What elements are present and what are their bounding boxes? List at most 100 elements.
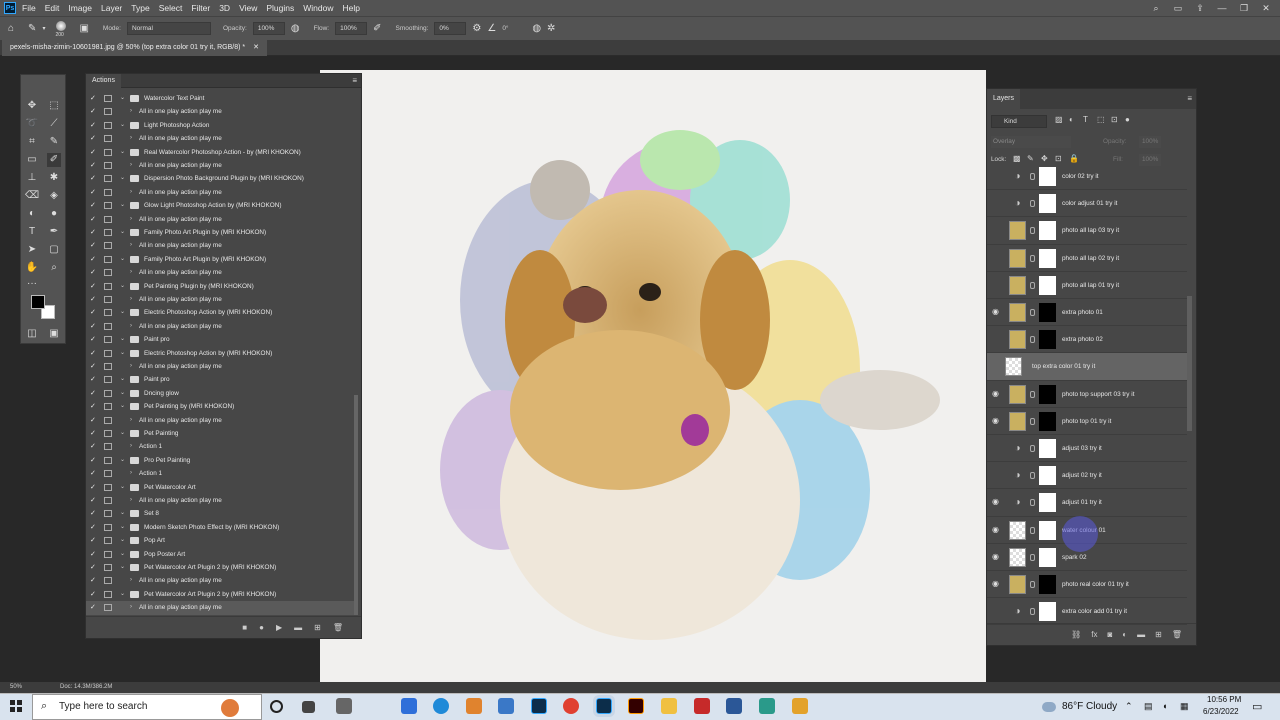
visibility-eye-icon[interactable] [992,254,1002,262]
action-set-row[interactable]: ✓ ⌄ Light Photoshop Action [86,119,354,132]
expand-chevron-icon[interactable]: ⌄ [120,373,125,386]
toggle-check-icon[interactable]: ✓ [90,186,96,199]
brush-tool-icon[interactable]: ✎ [28,23,36,34]
visibility-eye-icon[interactable] [992,281,1002,289]
toggle-check-icon[interactable]: ✓ [90,199,96,212]
action-set-row[interactable]: ✓ ⌄ Modern Sketch Photo Effect by (MRI KHO… [86,521,354,534]
action-set-row[interactable]: ✓ ⌄ Set 8 [86,507,354,520]
paint-bucket-tool-icon[interactable]: ◈ [47,189,61,203]
expand-chevron-icon[interactable]: ⌄ [120,561,125,574]
link-layers-icon[interactable]: ⛓ [1071,630,1081,639]
dodge-tool-icon[interactable]: ◐ [25,207,39,221]
file-explorer-icon[interactable] [661,698,677,714]
toggle-check-icon[interactable]: ✓ [90,387,96,400]
smudge-tool-icon[interactable]: ● [47,207,61,221]
menu-window[interactable]: Window [303,3,333,13]
eraser-tool-icon[interactable]: ⌫ [25,189,39,203]
layer-mask-thumbnail[interactable] [1039,602,1056,622]
layer-thumbnail[interactable] [1009,303,1026,322]
visibility-eye-icon[interactable] [992,471,1002,479]
toggle-check-icon[interactable]: ✓ [90,226,96,239]
menu-help[interactable]: Help [342,3,359,13]
visibility-eye-icon[interactable]: ◉ [992,389,1002,398]
mask-link-icon[interactable] [1030,499,1035,507]
dialog-toggle-icon[interactable] [104,202,112,210]
new-layer-icon[interactable]: ⊞ [1155,630,1162,639]
layer-mask-thumbnail[interactable] [1039,466,1056,486]
dialog-toggle-icon[interactable] [104,564,112,571]
menu-type[interactable]: Type [131,3,149,13]
toggle-check-icon[interactable]: ✓ [90,360,96,373]
toggle-check-icon[interactable]: ✓ [90,333,96,346]
expand-chevron-icon[interactable]: ⌄ [120,588,125,601]
action-set-row[interactable]: ✓ ⌄ Real Watercolor Photoshop Action - by … [86,146,354,159]
layer-thumbnail[interactable] [1009,248,1026,268]
more-tools-icon[interactable]: ··· [25,277,39,291]
toggle-check-icon[interactable]: ✓ [90,548,96,561]
mask-link-icon[interactable] [1030,309,1035,316]
dialog-toggle-icon[interactable] [104,296,112,303]
mask-link-icon[interactable] [1030,553,1035,561]
adjustment-layer-icon[interactable]: ◑ [1009,439,1026,458]
menu-image[interactable]: Image [68,3,92,13]
dialog-toggle-icon[interactable] [104,443,112,451]
task-view-icon[interactable] [302,701,315,713]
action-set-row[interactable]: ✓ ⌄ Pet Painting Plugin by (MRI KHOKON) [86,280,354,293]
action-row[interactable]: ✓ › Action 1 [86,440,354,453]
action-row[interactable]: ✓ › Action 1 [86,467,354,480]
layer-row[interactable]: ◉ photo top support 03 try it [987,381,1187,408]
dialog-toggle-icon[interactable] [104,108,112,116]
filter-adjustment-icon[interactable]: ◐ [1069,115,1074,124]
layer-row[interactable]: ◉ photo real color 01 try it [987,571,1187,599]
layer-mask-thumbnail[interactable] [1039,575,1056,594]
expand-chevron-icon[interactable]: ⌄ [120,280,125,293]
visibility-eye-icon[interactable] [992,172,1002,180]
record-icon[interactable]: ● [259,623,264,632]
toggle-check-icon[interactable]: ✓ [90,105,96,118]
toggle-check-icon[interactable]: ✓ [90,213,96,226]
action-set-row[interactable]: ✓ ⌄ Watercolor Text Paint [86,92,354,105]
dialog-toggle-icon[interactable] [104,363,112,370]
new-action-icon[interactable]: ⊞ [314,623,321,632]
layer-thumbnail[interactable] [1009,330,1026,350]
home-icon[interactable]: ⌂ [8,23,14,34]
minimize-icon[interactable]: — [1216,3,1228,13]
collapse-chevron-icon[interactable]: › [130,239,132,252]
layer-row[interactable]: ◉ photo top 01 try it [987,408,1187,435]
toggle-check-icon[interactable]: ✓ [90,494,96,507]
menu-file[interactable]: File [22,3,36,13]
layer-name[interactable]: adjust 03 try it [1062,435,1102,462]
action-row[interactable]: ✓ › All in one play action play me [86,320,354,333]
layer-row[interactable]: ◑ color 02 try it [987,163,1187,191]
stop-icon[interactable]: ■ [242,623,247,632]
start-icon[interactable] [10,700,22,712]
layer-mask-thumbnail[interactable] [1039,248,1056,268]
menu-select[interactable]: Select [159,3,183,13]
toggle-check-icon[interactable]: ✓ [90,293,96,306]
smoothing-settings-icon[interactable]: ⚙ [472,23,481,34]
toggle-check-icon[interactable]: ✓ [90,280,96,293]
menu-edit[interactable]: Edit [45,3,60,13]
layer-thumbnail[interactable] [1009,384,1026,404]
layer-row[interactable]: photo all lap 03 try it [987,217,1187,245]
toggle-check-icon[interactable]: ✓ [90,521,96,534]
shape-tool-icon[interactable]: ▢ [47,243,61,257]
action-set-row[interactable]: ✓ ⌄ Family Photo Art Plugin by (MRI KHOKON… [86,253,354,266]
layer-name[interactable]: photo top 01 try it [1062,408,1111,435]
layer-name[interactable]: top extra color 01 try it [1032,353,1095,380]
collapse-chevron-icon[interactable]: › [130,186,132,199]
layer-mask-thumbnail[interactable] [1039,221,1056,241]
dialog-toggle-icon[interactable] [104,148,112,156]
layer-mask-thumbnail[interactable] [1039,520,1056,540]
layer-thumbnail[interactable] [1009,411,1026,431]
filter-shape-icon[interactable]: ⬚ [1097,115,1105,124]
play-icon[interactable]: ▶ [276,623,282,632]
menu-layer[interactable]: Layer [101,3,122,13]
mask-link-icon[interactable] [1030,472,1035,480]
dialog-toggle-icon[interactable] [104,550,112,558]
layer-mask-thumbnail[interactable] [1039,384,1056,404]
expand-chevron-icon[interactable]: ⌄ [120,534,125,547]
action-row[interactable]: ✓ › All in one play action play me [86,601,354,615]
marquee-tool-icon[interactable]: ⬚ [47,99,61,113]
mail-icon[interactable] [401,698,417,714]
